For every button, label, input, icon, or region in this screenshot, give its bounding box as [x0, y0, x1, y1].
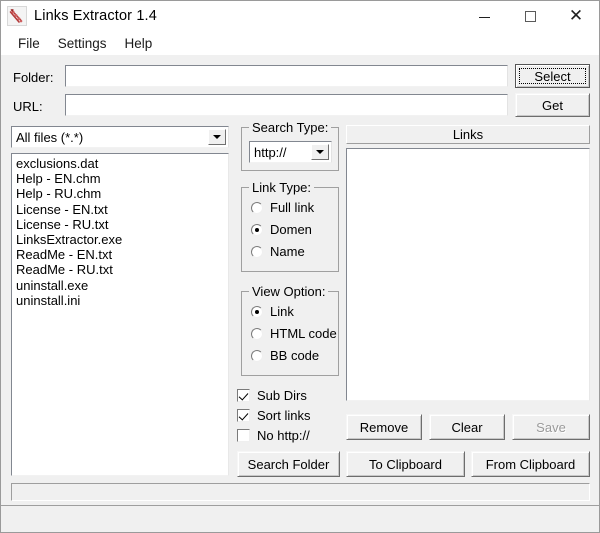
- list-item[interactable]: ReadMe - RU.txt: [14, 262, 228, 277]
- remove-button[interactable]: Remove: [346, 414, 422, 440]
- list-item[interactable]: Help - EN.chm: [14, 171, 228, 186]
- file-filter-combo[interactable]: All files (*.*): [11, 126, 229, 148]
- checkbox-indicator: [237, 409, 250, 422]
- link-type-title: Link Type:: [249, 180, 315, 195]
- url-label: URL:: [13, 99, 43, 114]
- save-button: Save: [512, 414, 590, 440]
- checkbox-indicator: [237, 429, 250, 442]
- search-type-combo[interactable]: http://: [249, 141, 332, 163]
- chevron-down-icon[interactable]: [311, 144, 329, 160]
- menu-item-settings[interactable]: Settings: [49, 34, 116, 53]
- folder-input[interactable]: [65, 65, 508, 87]
- window-controls: ✕: [461, 1, 599, 31]
- save-button-label: Save: [536, 419, 566, 435]
- links-listbox[interactable]: [346, 148, 590, 401]
- lower-inset-panel: [11, 483, 590, 501]
- maximize-icon[interactable]: [507, 1, 553, 31]
- folder-label: Folder:: [13, 70, 54, 85]
- radio-indicator: [251, 223, 263, 236]
- remove-button-label: Remove: [359, 419, 409, 435]
- checkbox-indicator: [237, 389, 250, 402]
- close-icon[interactable]: ✕: [553, 1, 599, 31]
- get-button-label: Get: [542, 97, 563, 113]
- radio-full-link[interactable]: Full link: [251, 200, 314, 215]
- select-button-label: Select: [534, 68, 571, 84]
- search-folder-button[interactable]: Search Folder: [237, 451, 340, 477]
- links-extractor-icon: [7, 6, 27, 26]
- checkbox-label: No http://: [257, 428, 310, 443]
- radio-indicator: [251, 201, 263, 214]
- checkbox-no-http[interactable]: No http://: [237, 428, 310, 443]
- file-filter-value: All files (*.*): [16, 129, 84, 145]
- resize-grip-icon[interactable]: [585, 518, 597, 530]
- window-title: Links Extractor 1.4: [34, 8, 157, 24]
- list-item[interactable]: LinksExtractor.exe: [14, 232, 228, 247]
- checkbox-label: Sub Dirs: [257, 388, 307, 403]
- search-folder-button-label: Search Folder: [247, 456, 330, 472]
- menu-item-help[interactable]: Help: [116, 34, 162, 53]
- link-type-group: Link Type: Full link Domen Name: [241, 180, 339, 272]
- list-item[interactable]: Help - RU.chm: [14, 186, 228, 201]
- get-button[interactable]: Get: [515, 93, 590, 117]
- list-item[interactable]: ReadMe - EN.txt: [14, 247, 228, 262]
- file-listbox[interactable]: exclusions.dat Help - EN.chm Help - RU.c…: [11, 153, 229, 476]
- menu-item-file[interactable]: File: [9, 34, 49, 53]
- radio-indicator: [251, 349, 263, 362]
- client-area: Folder: Select URL: Get All files (*.*) …: [1, 55, 599, 532]
- select-button[interactable]: Select: [515, 64, 590, 88]
- clear-button-label: Clear: [451, 419, 483, 435]
- radio-domen[interactable]: Domen: [251, 222, 312, 237]
- radio-label: Link: [270, 304, 294, 319]
- title-bar: Links Extractor 1.4 ✕: [1, 1, 599, 31]
- url-input[interactable]: [65, 94, 508, 116]
- radio-bb-code[interactable]: BB code: [251, 348, 319, 363]
- search-type-title: Search Type:: [249, 120, 332, 135]
- radio-label: Domen: [270, 222, 312, 237]
- links-header-panel: Links: [346, 125, 590, 144]
- radio-label: Full link: [270, 200, 315, 215]
- radio-label: HTML code: [270, 326, 337, 341]
- radio-html-code[interactable]: HTML code: [251, 326, 337, 341]
- minimize-icon[interactable]: [461, 1, 507, 31]
- links-header-label: Links: [452, 127, 484, 142]
- radio-indicator: [251, 327, 263, 340]
- radio-indicator: [251, 305, 263, 318]
- radio-name[interactable]: Name: [251, 244, 305, 259]
- view-option-title: View Option:: [249, 284, 329, 299]
- from-clipboard-button[interactable]: From Clipboard: [471, 451, 590, 477]
- list-item[interactable]: exclusions.dat: [14, 156, 228, 171]
- radio-label: BB code: [270, 348, 320, 363]
- radio-indicator: [251, 245, 263, 258]
- view-option-group: View Option: Link HTML code BB code: [241, 284, 339, 376]
- list-item[interactable]: License - RU.txt: [14, 217, 228, 232]
- checkbox-sort-links[interactable]: Sort links: [237, 408, 310, 423]
- chevron-down-icon[interactable]: [208, 129, 226, 145]
- to-clipboard-button-label: To Clipboard: [369, 456, 442, 472]
- status-bar: [1, 505, 599, 532]
- from-clipboard-button-label: From Clipboard: [485, 456, 576, 472]
- checkbox-sub-dirs[interactable]: Sub Dirs: [237, 388, 307, 403]
- radio-link[interactable]: Link: [251, 304, 294, 319]
- search-type-value: http://: [254, 144, 287, 160]
- list-item[interactable]: License - EN.txt: [14, 202, 228, 217]
- application-window: Links Extractor 1.4 ✕ File Settings Help…: [0, 0, 600, 533]
- radio-label: Name: [270, 244, 305, 259]
- list-item[interactable]: uninstall.ini: [14, 293, 228, 308]
- list-item[interactable]: uninstall.exe: [14, 278, 228, 293]
- clear-button[interactable]: Clear: [429, 414, 505, 440]
- to-clipboard-button[interactable]: To Clipboard: [346, 451, 465, 477]
- search-type-group: Search Type: http://: [241, 120, 339, 171]
- menu-bar: File Settings Help: [1, 31, 599, 55]
- checkbox-label: Sort links: [257, 408, 311, 423]
